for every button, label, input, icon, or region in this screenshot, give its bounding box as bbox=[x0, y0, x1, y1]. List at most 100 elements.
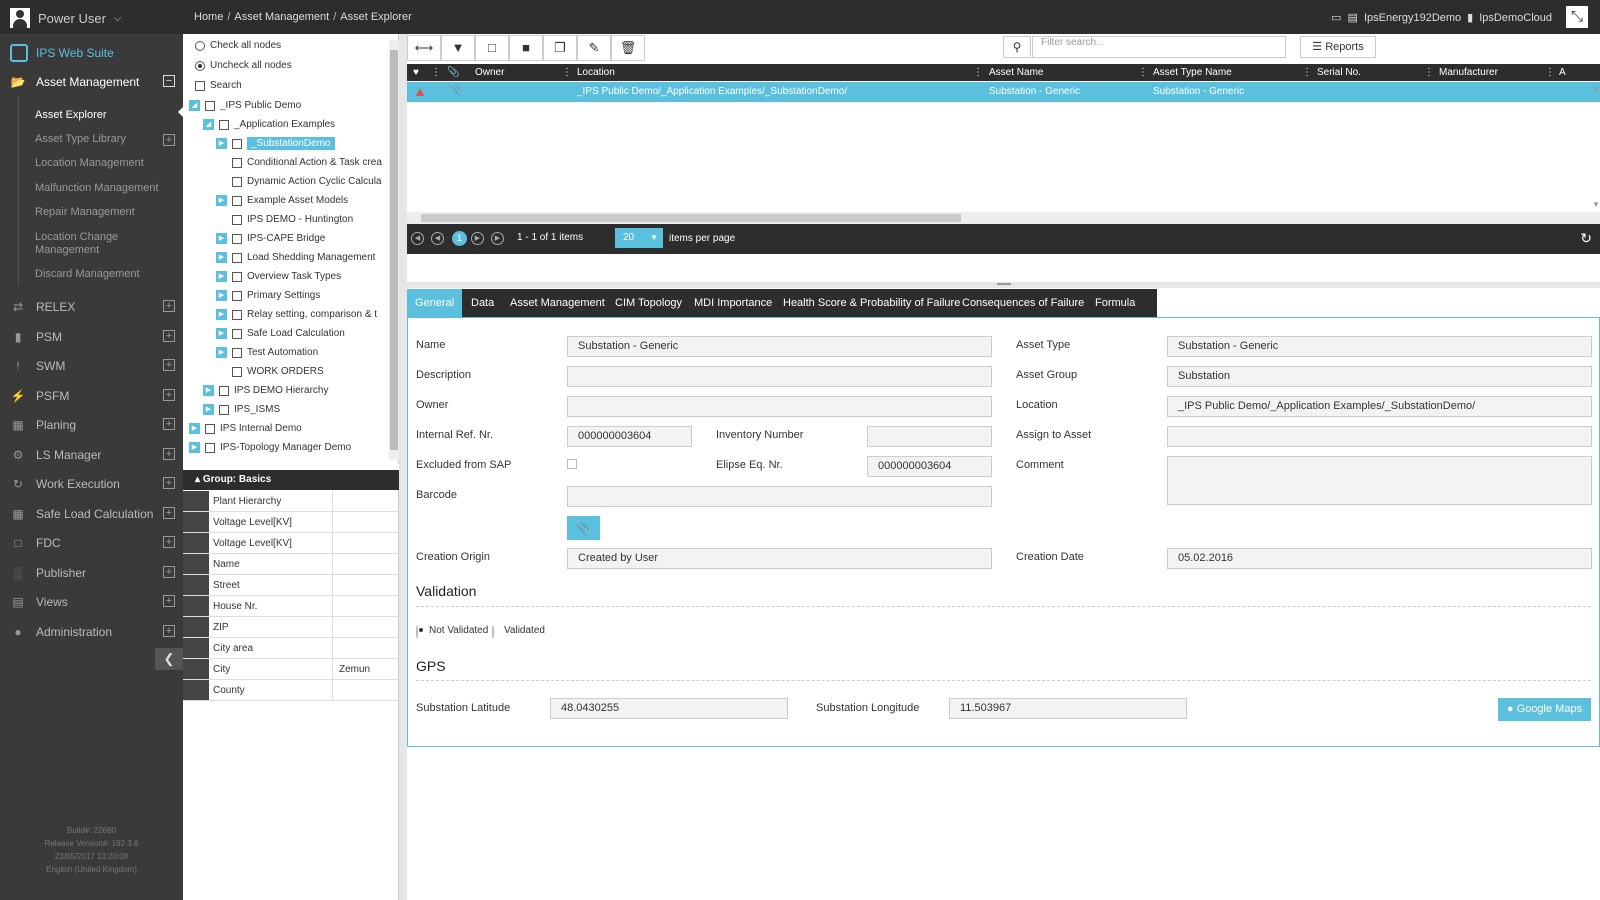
expand-icon[interactable]: ▶ bbox=[216, 271, 227, 282]
expand-icon[interactable]: ▶ bbox=[216, 233, 227, 244]
asset-group-field[interactable]: Substation bbox=[1167, 366, 1592, 387]
sidebar-item-planing[interactable]: ▦ Planing + bbox=[0, 411, 183, 439]
checkbox[interactable] bbox=[205, 100, 215, 111]
property-row[interactable]: City area bbox=[183, 638, 399, 659]
assign-to-asset-field[interactable] bbox=[1167, 426, 1592, 447]
expand-icon[interactable]: + bbox=[163, 566, 175, 578]
sidebar-item-relex[interactable]: ⇄ RELEX + bbox=[0, 293, 183, 321]
creation-date-field[interactable]: 05.02.2016 bbox=[1167, 548, 1592, 569]
barcode-field[interactable] bbox=[567, 486, 992, 507]
property-row[interactable]: Plant Hierarchy bbox=[183, 491, 399, 512]
checkbox[interactable] bbox=[232, 233, 242, 244]
column-menu-icon[interactable]: ⋮ bbox=[1545, 67, 1555, 78]
open-button[interactable]: ■ bbox=[509, 35, 543, 61]
collapse-icon[interactable]: − bbox=[163, 75, 175, 87]
tab-health-score[interactable]: Health Score & Probability of Failure bbox=[775, 289, 968, 317]
checkbox[interactable] bbox=[232, 138, 242, 149]
tree-node[interactable]: ▶ Safe Load Calculation bbox=[216, 324, 345, 343]
column-menu-icon[interactable]: ⋮ bbox=[431, 67, 441, 78]
column-asset-type-name[interactable]: Asset Type Name bbox=[1153, 67, 1232, 78]
sidebar-item-work-execution[interactable]: ↻ Work Execution + bbox=[0, 470, 183, 498]
checkbox[interactable] bbox=[232, 347, 242, 358]
tree-node[interactable]: Conditional Action & Task crea bbox=[232, 153, 382, 172]
last-page-icon[interactable]: ▶ bbox=[491, 232, 504, 245]
attach-button[interactable]: 📎 bbox=[567, 516, 600, 540]
property-value[interactable] bbox=[333, 575, 345, 595]
tab-consequences-of-failure[interactable]: Consequences of Failure bbox=[954, 289, 1092, 317]
resize-columns-button[interactable]: ⟷ bbox=[407, 35, 441, 61]
property-value[interactable] bbox=[333, 617, 345, 637]
comment-field[interactable] bbox=[1167, 456, 1592, 505]
tree-node-selected[interactable]: ▶ _SubstationDemo bbox=[216, 134, 335, 153]
tab-data[interactable]: Data bbox=[463, 289, 502, 317]
expand-icon[interactable]: + bbox=[163, 625, 175, 637]
expand-icon[interactable]: + bbox=[163, 389, 175, 401]
tab-formula[interactable]: Formula bbox=[1087, 289, 1143, 317]
uncheck-all-option[interactable]: Uncheck all nodes bbox=[195, 56, 292, 75]
breadcrumb-asset-management[interactable]: Asset Management bbox=[234, 11, 329, 23]
sidebar-item-administration[interactable]: ● Administration + bbox=[0, 618, 183, 646]
validated-radio[interactable] bbox=[492, 625, 494, 639]
sidebar-item-safe-load-calculation[interactable]: ▦ Safe Load Calculation + bbox=[0, 500, 183, 528]
sidebar-item-asset-management[interactable]: 📂 Asset Management − bbox=[0, 68, 183, 96]
collapse-icon[interactable]: ◢ bbox=[189, 100, 200, 111]
copy-button[interactable]: ❐ bbox=[543, 35, 577, 61]
column-menu-icon[interactable]: ⋮ bbox=[973, 67, 983, 78]
tab-cim-topology[interactable]: CIM Topology bbox=[607, 289, 690, 317]
sidebar-item-fdc[interactable]: □ FDC + bbox=[0, 529, 183, 557]
tree-node[interactable]: ▶ IPS DEMO Hierarchy bbox=[203, 381, 328, 400]
next-page-icon[interactable]: ▶ bbox=[471, 232, 484, 245]
expand-icon[interactable]: ▶ bbox=[216, 195, 227, 206]
first-page-icon[interactable]: ◀ bbox=[411, 232, 424, 245]
expand-icon[interactable]: ▶ bbox=[216, 328, 227, 339]
column-a[interactable]: A bbox=[1559, 67, 1566, 78]
column-manufacturer[interactable]: Manufacturer bbox=[1439, 67, 1498, 78]
expand-icon[interactable]: + bbox=[163, 134, 175, 146]
tree-node[interactable]: ▶ Overview Task Types bbox=[216, 267, 341, 286]
property-row[interactable]: ZIP bbox=[183, 617, 399, 638]
search-input[interactable]: Filter search... bbox=[1032, 36, 1286, 58]
collapse-sidebar-button[interactable]: ❮ bbox=[155, 648, 183, 670]
checkbox[interactable] bbox=[219, 119, 229, 130]
expand-icon[interactable]: + bbox=[163, 507, 175, 519]
edit-button[interactable]: ✎ bbox=[577, 35, 611, 61]
expand-icon[interactable]: ▶ bbox=[189, 442, 200, 453]
sidebar-item-views[interactable]: ▤ Views + bbox=[0, 588, 183, 616]
property-row[interactable]: Street bbox=[183, 575, 399, 596]
checkbox[interactable] bbox=[205, 423, 215, 434]
tab-general[interactable]: General bbox=[407, 289, 463, 317]
property-value[interactable] bbox=[333, 596, 345, 616]
reports-button[interactable]: ☰ Reports bbox=[1300, 36, 1376, 58]
tree-node[interactable]: ▶ IPS_ISMS bbox=[203, 400, 280, 419]
current-page[interactable]: 1 bbox=[452, 231, 467, 246]
column-menu-icon[interactable]: ⋮ bbox=[1424, 67, 1434, 78]
breadcrumb-home[interactable]: Home bbox=[194, 11, 223, 23]
expand-icon[interactable]: ▶ bbox=[216, 309, 227, 320]
tree-node[interactable]: Dynamic Action Cyclic Calcula bbox=[232, 172, 382, 191]
checkbox[interactable] bbox=[232, 176, 242, 187]
column-serial-no[interactable]: Serial No. bbox=[1317, 67, 1361, 78]
paperclip-icon[interactable]: 📎 bbox=[451, 85, 463, 96]
expand-icon[interactable]: + bbox=[163, 418, 175, 430]
property-row[interactable]: Name bbox=[183, 554, 399, 575]
tree-scrollbar[interactable] bbox=[389, 40, 399, 460]
name-field[interactable]: Substation - Generic bbox=[567, 336, 992, 357]
checkbox[interactable] bbox=[205, 442, 215, 453]
google-maps-button[interactable]: ● Google Maps bbox=[1498, 698, 1591, 721]
creation-origin-field[interactable]: Created by User bbox=[567, 548, 992, 569]
checkbox[interactable] bbox=[232, 252, 242, 263]
user-menu[interactable]: Power User ⌵ bbox=[10, 8, 122, 28]
checkbox[interactable] bbox=[232, 195, 242, 206]
expand-icon[interactable]: ▶ bbox=[216, 290, 227, 301]
checkbox[interactable] bbox=[219, 404, 229, 415]
sidebar-subitem-location-management[interactable]: Location Management bbox=[35, 157, 144, 169]
inventory-number-field[interactable] bbox=[867, 426, 992, 447]
search-button[interactable]: ⚲ bbox=[1003, 36, 1031, 58]
sidebar-item-psfm[interactable]: ⚡ PSFM + bbox=[0, 382, 183, 410]
property-row[interactable]: Voltage Level[KV] bbox=[183, 512, 399, 533]
column-menu-icon[interactable]: ⋮ bbox=[562, 67, 572, 78]
sidebar-subitem-discard-management[interactable]: Discard Management bbox=[35, 268, 140, 280]
delete-button[interactable]: 🗑 bbox=[611, 35, 645, 61]
table-row[interactable]: ▲ 📎 _IPS Public Demo/_Application Exampl… bbox=[407, 82, 1600, 102]
expand-icon[interactable]: + bbox=[163, 300, 175, 312]
